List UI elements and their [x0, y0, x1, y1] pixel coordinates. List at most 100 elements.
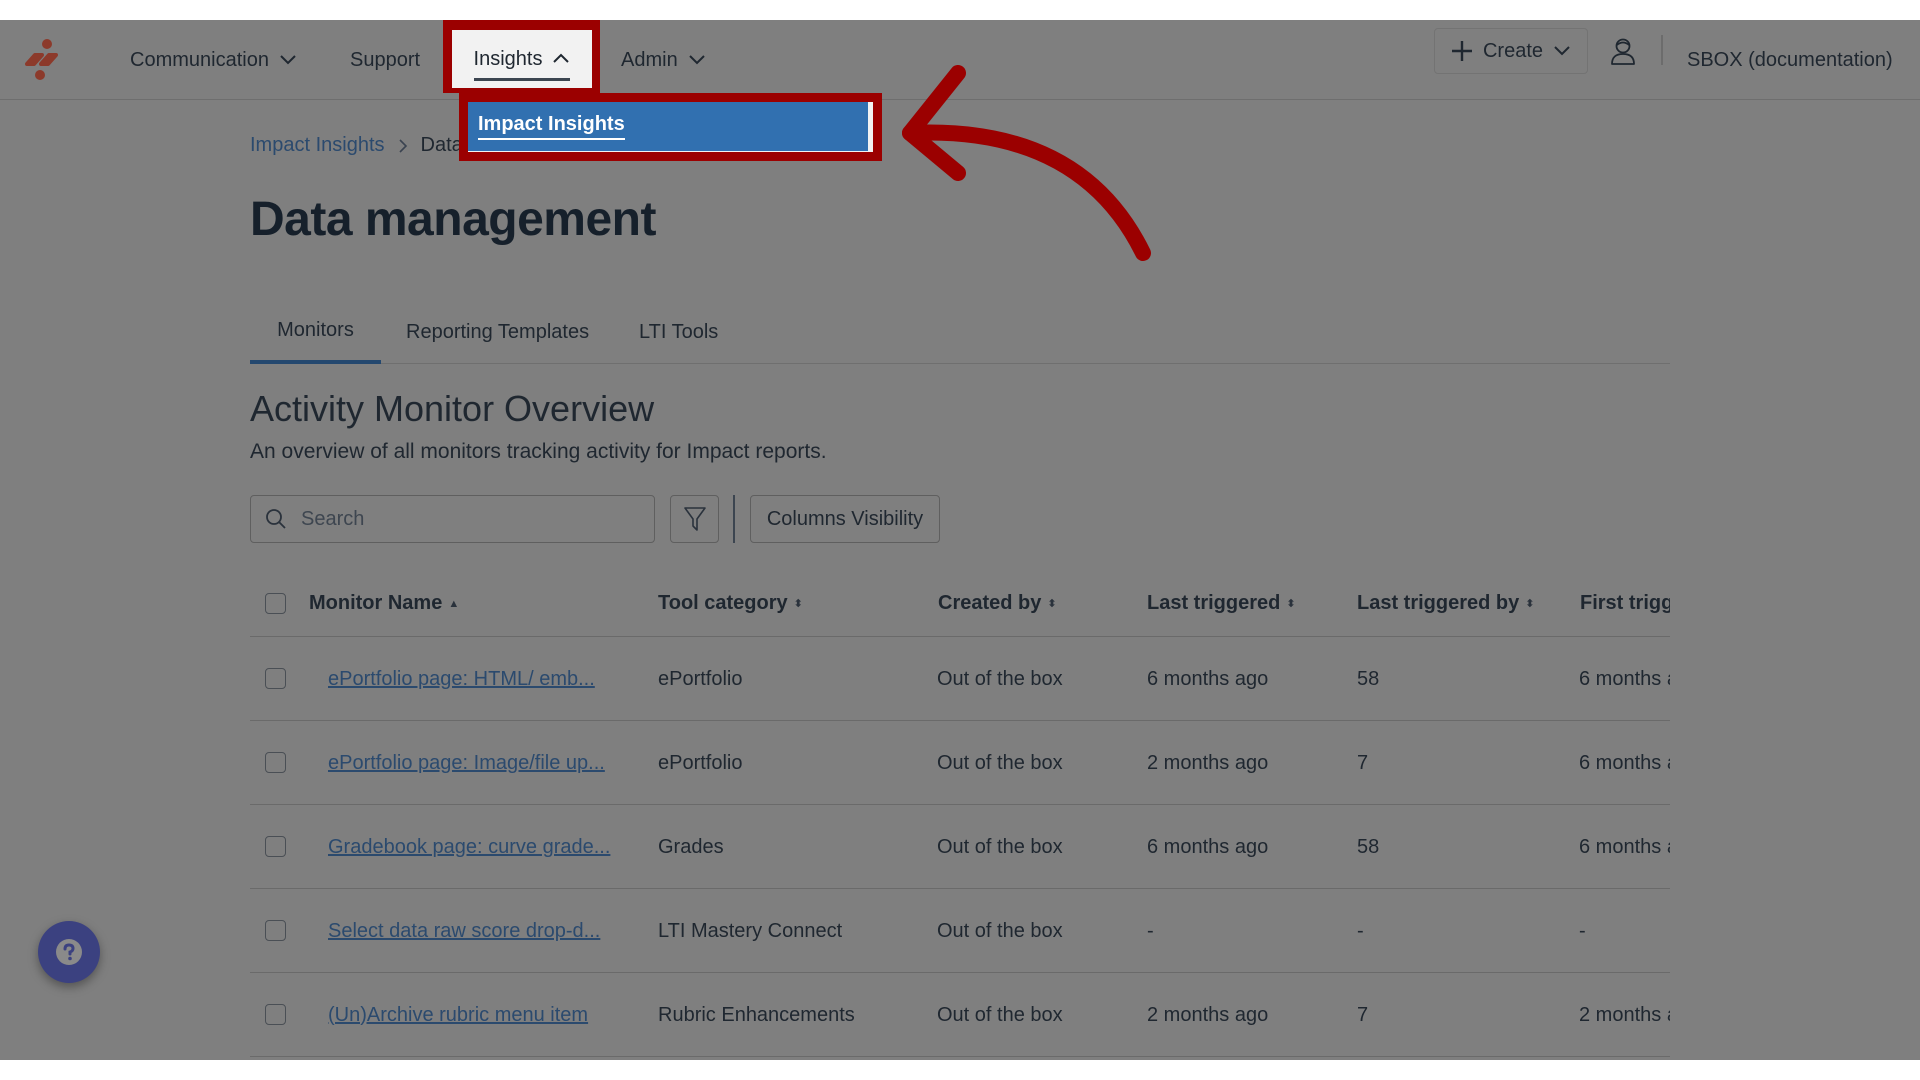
row-checkbox[interactable]	[265, 668, 286, 689]
nav-communication-label: Communication	[130, 48, 269, 71]
last-triggered-by-cell: 7	[1357, 1003, 1369, 1026]
app-screen: Communication Support Insights Admin Cre…	[0, 20, 1920, 1060]
nav-support-label: Support	[350, 48, 421, 71]
created-by-cell: Out of the box	[937, 667, 1063, 690]
user-icon[interactable]	[1608, 36, 1638, 66]
nav-admin[interactable]: Admin	[621, 20, 706, 100]
table-row: ePortfolio page: Image/file up... ePortfo…	[250, 721, 1670, 805]
search-icon	[266, 509, 286, 529]
last-triggered-by-cell: 7	[1357, 751, 1369, 774]
column-header-monitor-name[interactable]: Monitor Name ▲	[309, 570, 459, 637]
last-triggered-by-cell: 58	[1357, 667, 1380, 690]
nav-insights[interactable]: Insights	[452, 30, 592, 88]
monitor-name-cell: Select data raw score drop-d...	[328, 889, 618, 973]
tab-monitors[interactable]: Monitors	[250, 300, 381, 364]
table-row: ePortfolio page: HTML/ emb... ePortfolio O…	[250, 637, 1670, 721]
created-by-cell: Out of the box	[937, 835, 1063, 858]
chevron-down-icon	[280, 55, 296, 65]
menu-item-impact-insights[interactable]: Impact Insights	[468, 102, 868, 151]
table-row: Gradebook page: curve grade... Grades Out …	[250, 805, 1670, 889]
sort-icon: ⬍	[793, 598, 803, 610]
nav-admin-label: Admin	[621, 48, 678, 71]
row-checkbox[interactable]	[265, 1004, 286, 1025]
tool-category-cell: Grades	[658, 835, 724, 858]
create-button[interactable]: Create	[1434, 28, 1588, 74]
column-header-first-triggered[interactable]: First trigg	[1580, 570, 1670, 637]
tab-reporting-templates[interactable]: Reporting Templates	[406, 300, 589, 364]
column-header-tool-category[interactable]: Tool category ⬍	[658, 570, 803, 637]
first-triggered-cell: 6 months a	[1579, 751, 1670, 774]
tab-lti-tools[interactable]: LTI Tools	[639, 300, 718, 364]
chevron-up-icon	[553, 53, 570, 63]
column-header-last-triggered[interactable]: Last triggered ⬍	[1147, 570, 1296, 637]
question-icon	[56, 939, 82, 965]
monitor-name-cell: Gradebook page: curve grade...	[328, 805, 618, 889]
nav-communication[interactable]: Communication	[130, 20, 297, 100]
column-header-last-triggered-by[interactable]: Last triggered by ⬍	[1357, 570, 1534, 637]
columns-visibility-button[interactable]: Columns Visibility	[750, 495, 940, 543]
breadcrumb-impact-insights[interactable]: Impact Insights	[250, 134, 385, 157]
account-name[interactable]: SBOX (documentation)	[1687, 20, 1893, 100]
monitor-name-link[interactable]: (Un)Archive rubric menu item	[328, 1004, 588, 1027]
menu-item-impact-insights-label: Impact Insights	[478, 113, 625, 140]
monitor-name-cell: ePortfolio page: Image/file up...	[328, 721, 618, 805]
sort-ascending-icon: ▲	[448, 597, 460, 610]
first-triggered-cell: 6 months a	[1579, 835, 1670, 858]
last-triggered-cell: 2 months ago	[1147, 1003, 1269, 1026]
column-label: Last triggered by	[1357, 592, 1520, 614]
row-checkbox[interactable]	[265, 836, 286, 857]
tool-category-cell: ePortfolio	[658, 751, 743, 774]
nav-insights-label: Insights	[473, 48, 571, 81]
created-by-cell: Out of the box	[937, 919, 1063, 942]
filter-icon	[683, 507, 706, 531]
nav-support[interactable]: Support	[350, 20, 420, 100]
first-triggered-cell: 2 months a	[1579, 1003, 1670, 1026]
monitor-name-link[interactable]: ePortfolio page: HTML/ emb...	[328, 668, 595, 691]
last-triggered-cell: 6 months ago	[1147, 835, 1269, 858]
search-input[interactable]	[301, 507, 631, 531]
chevron-down-icon	[688, 55, 705, 65]
help-button[interactable]	[38, 921, 100, 983]
column-label: Created by	[938, 592, 1042, 614]
column-label: Last triggered	[1147, 592, 1281, 614]
created-by-cell: Out of the box	[937, 751, 1063, 774]
sort-icon: ⬍	[1286, 598, 1296, 610]
last-triggered-cell: 6 months ago	[1147, 667, 1269, 690]
insights-dropdown-menu: Impact Insights	[468, 102, 873, 152]
search-field[interactable]	[250, 495, 655, 543]
monitor-name-cell: (Un)Archive rubric menu item	[328, 973, 618, 1057]
monitors-table: Monitor Name ▲ Tool category ⬍ Created by ⬍…	[250, 570, 1670, 1060]
tool-category-cell: LTI Mastery Connect	[658, 919, 843, 942]
plus-icon	[1451, 41, 1472, 61]
table-row: Select data raw score drop-d... LTI Maste…	[250, 889, 1670, 973]
section-title: Activity Monitor Overview	[250, 388, 655, 429]
row-checkbox[interactable]	[265, 752, 286, 773]
last-triggered-cell: -	[1147, 919, 1154, 942]
chevron-right-icon	[398, 138, 407, 153]
page-title: Data management	[250, 193, 656, 246]
row-checkbox[interactable]	[265, 920, 286, 941]
toolbar-divider	[733, 495, 735, 543]
column-label: Tool category	[658, 592, 788, 614]
column-label: Monitor Name	[309, 592, 443, 614]
table-row: (Un)Archive rubric menu item Rubric Enhan…	[250, 973, 1670, 1057]
annotation-arrow	[902, 65, 1151, 261]
header-divider	[1661, 35, 1663, 65]
column-label: First trigg	[1580, 592, 1670, 614]
last-triggered-cell: 2 months ago	[1147, 751, 1269, 774]
monitor-name-link[interactable]: Select data raw score drop-d...	[328, 920, 600, 943]
filter-button[interactable]	[670, 495, 719, 543]
chevron-down-icon	[1554, 46, 1570, 56]
tool-category-cell: Rubric Enhancements	[658, 1003, 855, 1026]
brand-logo-icon[interactable]	[18, 36, 64, 82]
tab-bar: Monitors Reporting Templates LTI Tools	[250, 300, 1670, 364]
last-triggered-by-cell: -	[1357, 919, 1364, 942]
monitor-name-link[interactable]: Gradebook page: curve grade...	[328, 836, 610, 859]
last-triggered-by-cell: 58	[1357, 835, 1380, 858]
monitor-name-link[interactable]: ePortfolio page: Image/file up...	[328, 752, 605, 775]
monitor-name-cell: ePortfolio page: HTML/ emb...	[328, 637, 618, 721]
column-header-created-by[interactable]: Created by ⬍	[938, 570, 1057, 637]
select-all-checkbox[interactable]	[265, 593, 286, 614]
first-triggered-cell: -	[1579, 919, 1586, 942]
created-by-cell: Out of the box	[937, 1003, 1063, 1026]
